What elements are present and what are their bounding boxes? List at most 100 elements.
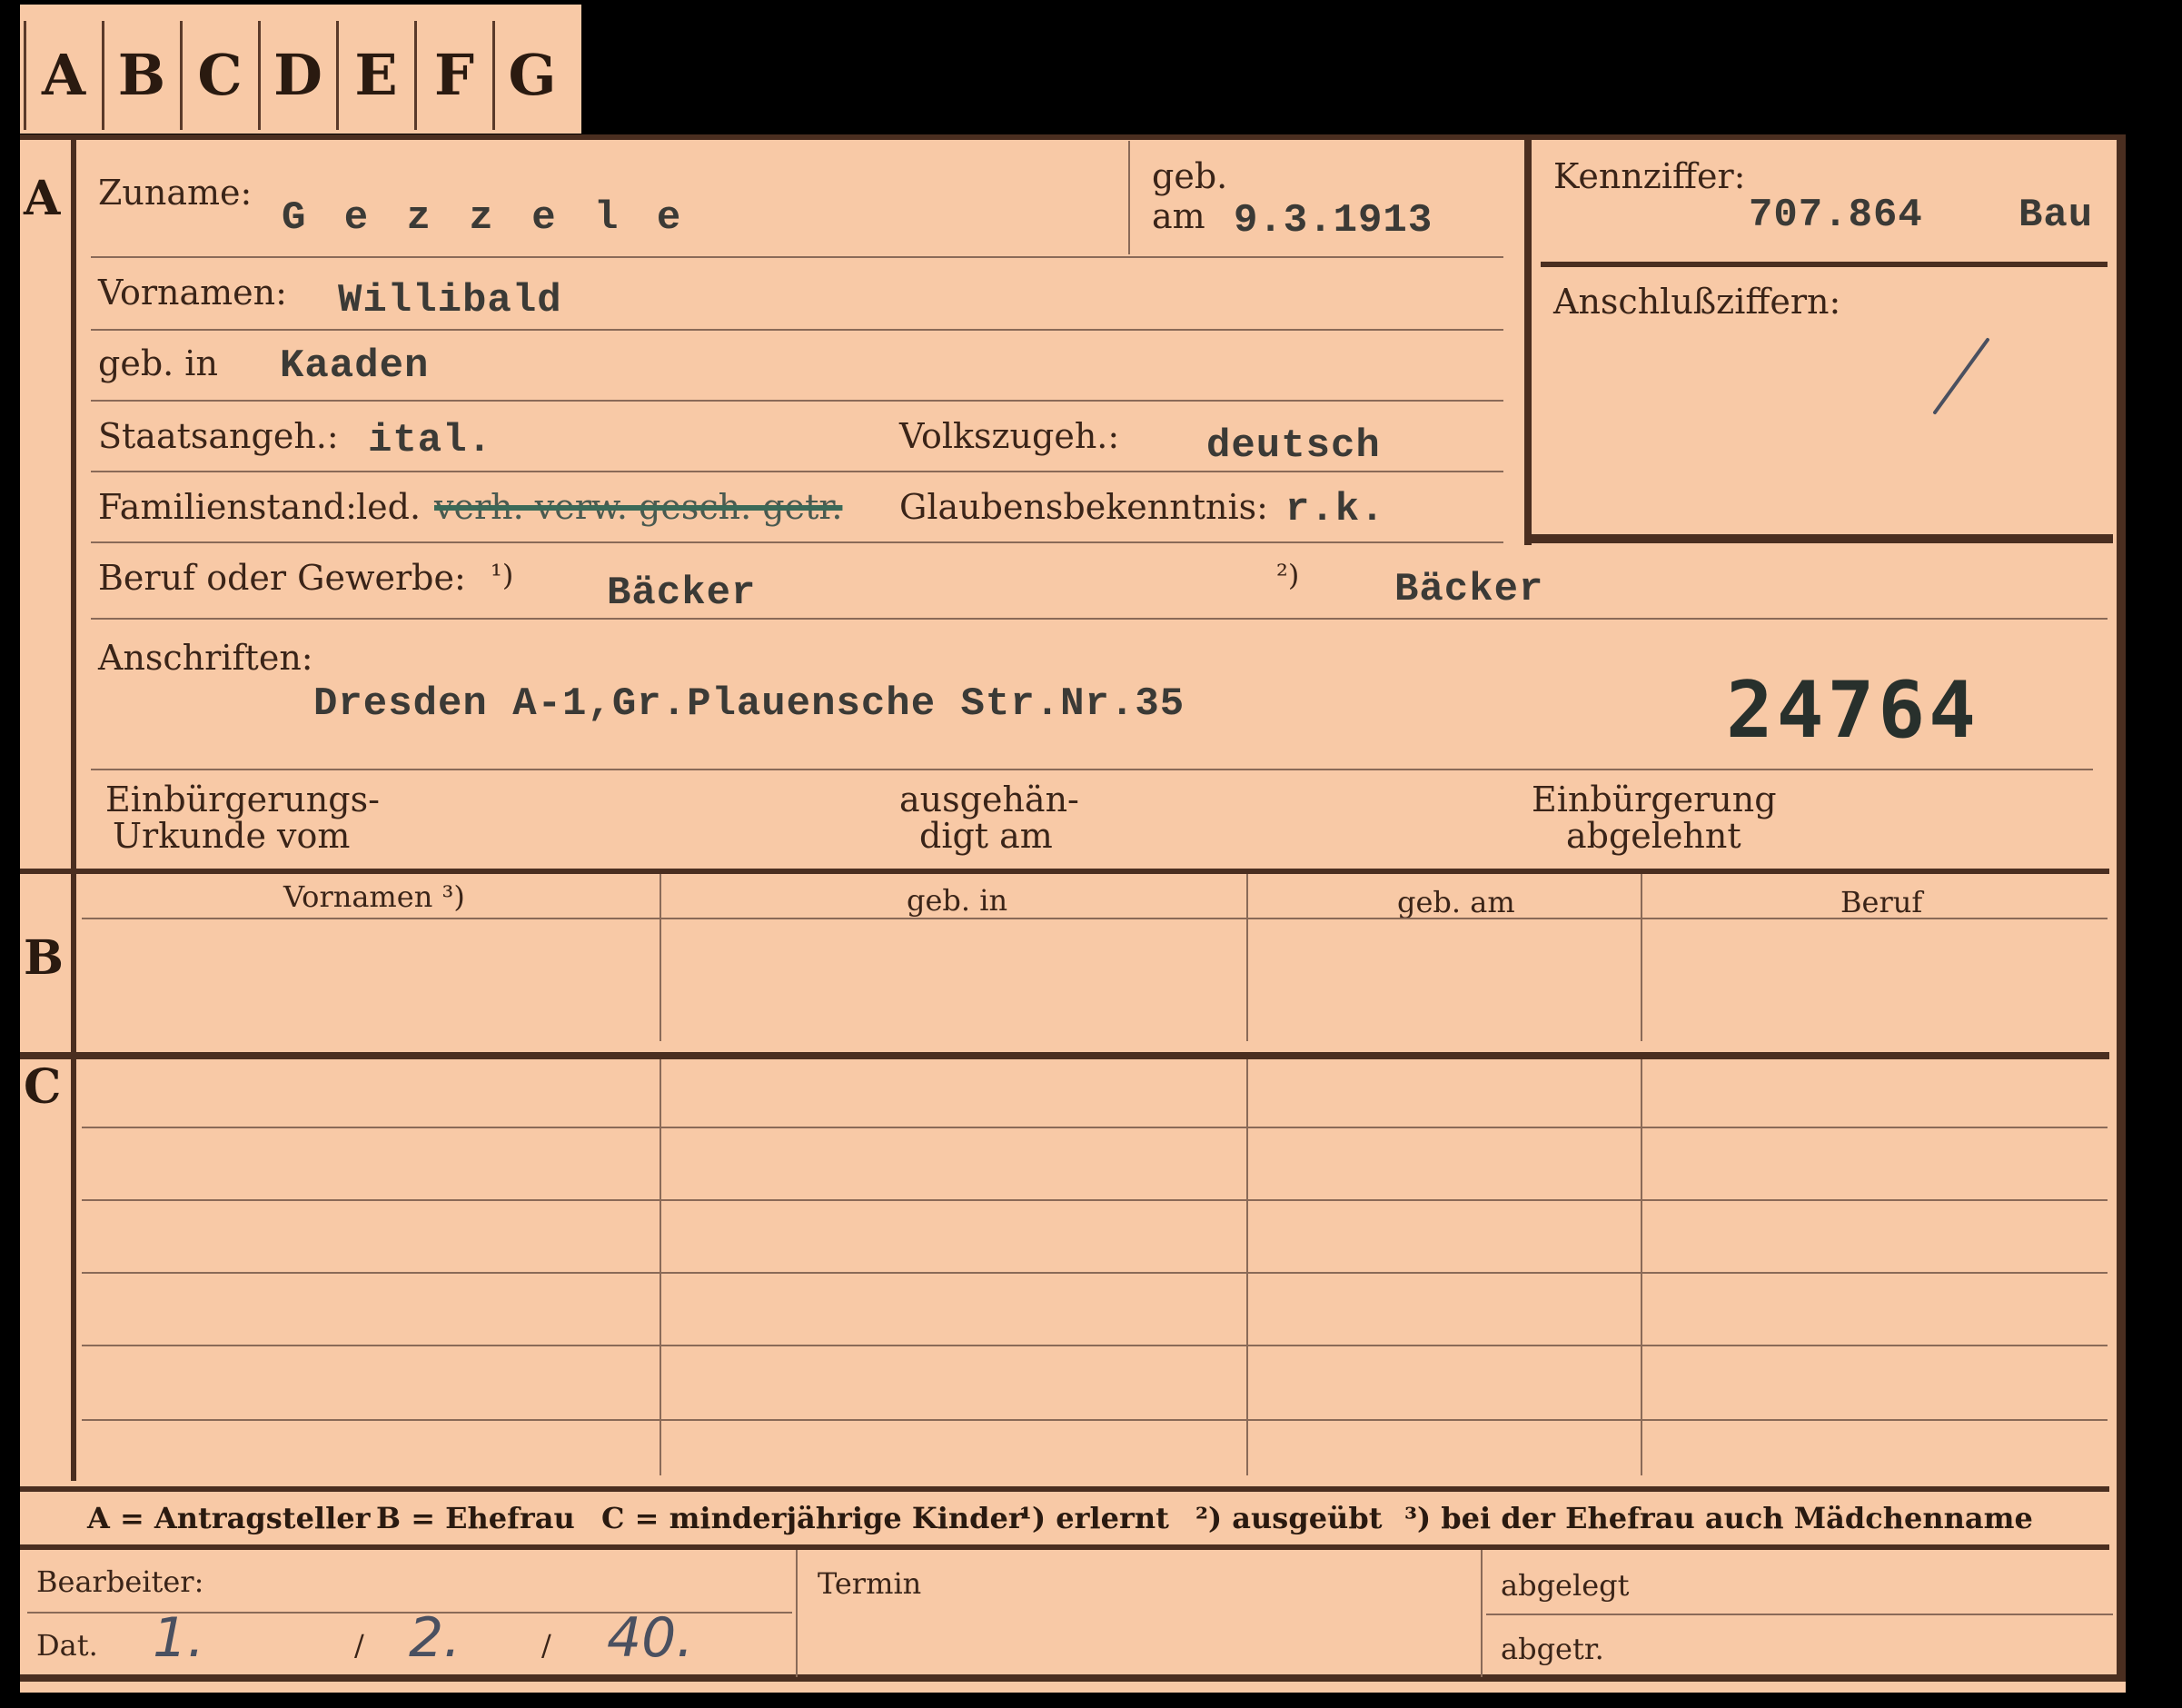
section-b-col-1 — [660, 874, 661, 1041]
datum-month: 2. — [409, 1606, 461, 1670]
glaubensbekenntnis-label: Glaubensbekenntnis: — [899, 487, 1268, 527]
staatsangeh-value: ital. — [368, 418, 493, 463]
letter-tab-strip: A B C D E F G — [20, 5, 581, 134]
tab-a[interactable]: A — [24, 21, 101, 130]
ausgehaendigt-label-2: digt am — [919, 816, 1053, 856]
section-a-marker: A — [24, 171, 61, 226]
section-b-col-2 — [1246, 874, 1248, 1041]
rule-7 — [91, 769, 2093, 770]
familienstand-struck-options: verh. verw. gesch. getr. — [434, 487, 843, 527]
abgelegt-label: abgelegt — [1501, 1568, 1630, 1603]
rule-1 — [91, 256, 1503, 258]
glaubensbekenntnis-value: r.k. — [1285, 487, 1385, 532]
volkszugeh-value: deutsch — [1206, 423, 1381, 469]
section-c-top-rule — [20, 1052, 2109, 1059]
section-c-col-1 — [660, 1059, 661, 1475]
datum-day: 1. — [153, 1606, 205, 1670]
col-gebam: geb. am — [1397, 885, 1515, 919]
legend-c: C = minderjährige Kinder — [601, 1501, 1024, 1535]
section-b-header-rule — [82, 918, 2108, 919]
rule-5 — [91, 541, 1503, 543]
geb-divider — [1128, 141, 1130, 254]
section-c-rule-2 — [82, 1199, 2108, 1201]
familienstand-label: Familienstand: — [98, 487, 357, 527]
kennziffer-box-left — [1524, 140, 1532, 545]
legend-note-2: ²) ausgeübt — [1195, 1501, 1383, 1535]
vornamen-label: Vornamen: — [98, 273, 287, 313]
footer-col-2 — [1481, 1550, 1483, 1677]
section-c-rule-4 — [82, 1345, 2108, 1346]
kennziffer-label: Kennziffer: — [1553, 156, 1746, 196]
anschlussziffern-label: Anschlußziffern: — [1553, 282, 1841, 322]
legend-a: A = Antragsteller — [87, 1501, 371, 1535]
termin-label: Termin — [818, 1566, 922, 1601]
familienstand-value: led. — [356, 487, 422, 527]
footer-col-1 — [796, 1550, 798, 1677]
legend-bottom-rule — [20, 1544, 2109, 1550]
tab-b[interactable]: B — [102, 21, 179, 130]
kennziffer-box-bottom — [1524, 534, 2113, 543]
footer-rule-right — [1486, 1614, 2113, 1615]
beruf-erlernt-value: Bäcker — [607, 571, 757, 616]
beruf-note-1: ¹) — [491, 558, 514, 592]
datum-sep-2: / — [541, 1628, 551, 1663]
abgelehnt-label-2: abgelehnt — [1566, 816, 1741, 856]
section-c-col-2 — [1246, 1059, 1248, 1475]
datum-sep-1: / — [354, 1628, 364, 1663]
slash-mark — [1933, 338, 1989, 414]
beruf-note-2: ²) — [1276, 558, 1300, 592]
tab-g[interactable]: G — [492, 21, 570, 130]
anschriften-label: Anschriften: — [98, 638, 313, 678]
bearbeiter-label: Bearbeiter: — [36, 1564, 204, 1599]
section-b-marker: B — [24, 930, 64, 986]
gebin-value: Kaaden — [280, 343, 430, 389]
top-frame — [20, 134, 2126, 140]
legend-b: B = Ehefrau — [376, 1501, 575, 1535]
rule-4 — [91, 471, 1503, 472]
tab-e[interactable]: E — [336, 21, 413, 130]
col-gebin: geb. in — [907, 883, 1008, 918]
section-c-rule-3 — [82, 1272, 2108, 1274]
stamp-number: 24764 — [1726, 665, 1979, 756]
zuname-value: G e z z e l e — [282, 195, 689, 241]
geb-date-value: 9.3.1913 — [1234, 198, 1433, 243]
vornamen-value: Willibald — [338, 278, 562, 323]
bottom-frame — [20, 1674, 2126, 1682]
section-c-marker: C — [24, 1059, 62, 1115]
zuname-label: Zuname: — [98, 173, 253, 213]
rule-3 — [91, 400, 1503, 402]
beruf-label: Beruf oder Gewerbe: — [98, 558, 466, 598]
rule-6 — [91, 618, 2108, 620]
section-b-col-3 — [1641, 874, 1642, 1041]
geb-label: geb. — [1152, 156, 1228, 196]
kennziffer-divider — [1541, 262, 2108, 267]
right-frame — [2117, 136, 2126, 1681]
abgetr-label: abgetr. — [1501, 1632, 1604, 1666]
rule-2 — [91, 329, 1503, 331]
tab-d[interactable]: D — [258, 21, 335, 130]
kennziffer-suffix: Bau — [2018, 193, 2094, 238]
einbuergerungs-label-1: Einbürgerungs- — [105, 780, 380, 819]
section-c-rule-1 — [82, 1127, 2108, 1128]
datum-year: 40. — [607, 1606, 694, 1670]
left-margin-rule — [71, 136, 76, 1481]
am-label: am — [1152, 196, 1205, 236]
beruf-ausgeuebt-value: Bäcker — [1394, 567, 1544, 612]
staatsangeh-label: Staatsangeh.: — [98, 416, 339, 456]
legend-note-3: ³) bei der Ehefrau auch Mädchenname — [1404, 1501, 2033, 1535]
abgelehnt-label-1: Einbürgerung — [1532, 780, 1777, 819]
volkszugeh-label: Volkszugeh.: — [899, 416, 1120, 456]
section-c-rule-5 — [82, 1419, 2108, 1421]
legend-top-rule — [20, 1486, 2109, 1492]
kennziffer-value: 707.864 — [1749, 193, 1923, 238]
col-beruf: Beruf — [1840, 885, 1923, 919]
section-b-top-rule — [20, 869, 2109, 874]
einbuergerungs-label-2: Urkunde vom — [113, 816, 351, 856]
section-c-col-3 — [1641, 1059, 1642, 1475]
anschriften-value: Dresden A-1,Gr.Plauensche Str.Nr.35 — [313, 681, 1185, 727]
col-vornamen: Vornamen ³) — [283, 879, 465, 914]
tab-c[interactable]: C — [180, 21, 257, 130]
tab-f[interactable]: F — [414, 21, 491, 130]
datum-label: Dat. — [36, 1628, 98, 1663]
ausgehaendigt-label-1: ausgehän- — [899, 780, 1079, 819]
